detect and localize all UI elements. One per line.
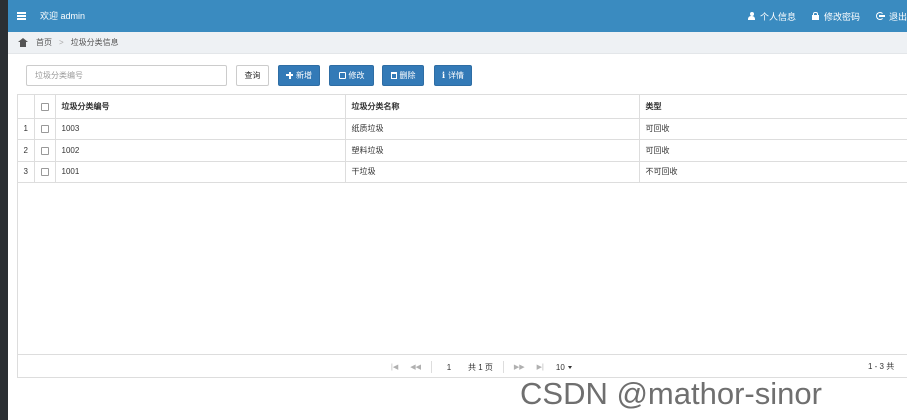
top-nav-links: 个人信息 修改密码 退出 [732,0,907,32]
lock-icon [811,12,819,20]
table-row[interactable]: 1 1003 纸质垃圾 可回收 [18,118,907,140]
select-all-checkbox[interactable] [40,102,49,111]
table-row[interactable]: 3 1001 干垃圾 不可回收 [18,161,907,183]
cell-code: 1003 [55,118,346,140]
row-index: 1 [18,118,35,140]
row-index: 3 [18,161,35,183]
column-header-name[interactable]: 垃圾分类名称 [345,95,640,119]
next-page-icon[interactable]: ▶▶ [514,363,525,371]
breadcrumb-separator: > [59,38,64,47]
detail-button[interactable]: i 详情 [434,64,472,86]
edit-button[interactable]: 修改 [329,64,374,86]
last-page-icon[interactable]: ▶| [537,363,544,371]
pagination-bar: |◀ ◀◀ 共 1 页 ▶▶ ▶| 10 1 - 3 共 [17,354,907,378]
index-header [18,95,35,119]
row-index: 2 [18,139,35,162]
page-size-select[interactable]: 10 [556,363,572,372]
breadcrumb-home[interactable]: 首页 [36,37,52,48]
column-header-type[interactable]: 类型 [639,95,907,119]
trash-icon [390,71,397,79]
data-table-panel: 垃圾分类编号 垃圾分类名称 类型 1 1003 纸质垃圾 可回收 2 1002 … [17,94,907,378]
delete-button-label: 删除 [399,70,416,80]
row-select-cell [34,118,56,140]
user-icon [747,12,755,20]
pager-divider [430,361,432,373]
caret-down-icon [567,365,572,369]
breadcrumb: 首页 > 垃圾分类信息 [8,32,907,54]
cell-name: 干垃圾 [345,161,640,183]
change-password-link-label: 修改密码 [823,11,860,22]
row-select-cell [34,139,56,162]
column-header-code[interactable]: 垃圾分类编号 [55,95,346,119]
watermark: CSDN @mathor-sinor [520,376,822,411]
change-password-link[interactable]: 修改密码 [811,10,860,23]
welcome-text: 欢迎 admin [40,11,86,21]
page-size-value: 10 [555,362,565,372]
add-button-label: 新增 [296,70,312,80]
profile-link[interactable]: 个人信息 [747,10,796,23]
breadcrumb-current: 垃圾分类信息 [70,38,119,47]
left-sidebar-strip [0,0,8,420]
query-button[interactable]: 查询 [236,64,269,86]
row-checkbox[interactable] [40,125,49,134]
cell-code: 1001 [55,161,346,183]
cell-code: 1002 [55,139,346,162]
row-select-cell [34,161,56,183]
cell-name: 塑料垃圾 [345,139,640,162]
cell-type: 可回收 [639,139,907,162]
info-icon: i [441,70,446,80]
search-input[interactable] [26,64,227,86]
detail-button-label: 详情 [448,70,465,80]
prev-page-icon[interactable]: ◀◀ [410,363,421,371]
home-icon [18,38,28,47]
pager-divider [502,361,504,373]
edit-icon [338,71,346,79]
select-all-cell [34,95,56,119]
delete-button[interactable]: 删除 [382,64,424,86]
profile-link-label: 个人信息 [759,11,796,22]
record-summary: 1 - 3 共 [868,362,895,371]
cell-type: 可回收 [639,118,907,140]
first-page-icon[interactable]: |◀ [391,363,398,371]
add-button[interactable]: 新增 [278,64,320,86]
page-number-input[interactable] [435,360,462,374]
row-checkbox[interactable] [40,146,49,155]
top-navbar: 欢迎 admin 个人信息 修改密码 退出 [8,0,907,32]
data-table: 垃圾分类编号 垃圾分类名称 类型 1 1003 纸质垃圾 可回收 2 1002 … [18,95,907,183]
toolbar: 查询 新增 修改 删除 i 详情 [26,64,472,86]
menu-toggle-button[interactable] [8,0,34,32]
hamburger-icon [16,12,26,20]
total-pages-text: 共 1 页 [467,362,493,372]
logout-link-label: 退出 [888,11,907,22]
edit-button-label: 修改 [348,70,365,80]
logout-link[interactable]: 退出 [875,10,907,23]
cell-name: 纸质垃圾 [345,118,640,140]
row-checkbox[interactable] [40,168,49,177]
logout-icon [875,12,885,20]
table-row[interactable]: 2 1002 塑料垃圾 可回收 [18,139,907,162]
plus-icon [286,71,293,79]
cell-type: 不可回收 [639,161,907,183]
table-header-row: 垃圾分类编号 垃圾分类名称 类型 [18,95,907,119]
